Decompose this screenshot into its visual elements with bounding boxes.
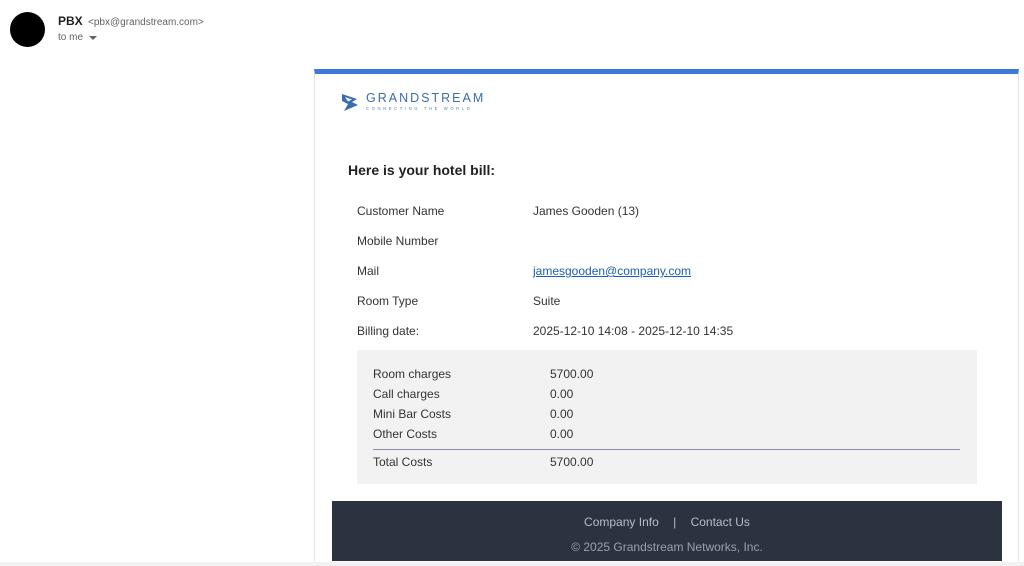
contact-us-link[interactable]: Contact Us <box>691 515 750 529</box>
mail-label: Mail <box>357 264 380 278</box>
bill-heading: Here is your hotel bill: <box>348 162 496 178</box>
caret-down-icon[interactable] <box>89 35 98 40</box>
total-costs-label: Total Costs <box>373 455 433 469</box>
footer-separator: | <box>673 515 677 529</box>
grandstream-logo: GRANDSTREAM CONNECTING THE WORLD <box>340 91 485 113</box>
logo-tagline: CONNECTING THE WORLD <box>366 106 473 111</box>
sender-line: PBX <pbx@grandstream.com> <box>58 14 204 28</box>
customer-name-row: Customer Name James Gooden (13) <box>357 204 957 220</box>
call-charges-label: Call charges <box>373 387 440 401</box>
total-costs-value: 5700.00 <box>550 455 594 469</box>
logo-brand: GRANDSTREAM <box>366 91 486 105</box>
other-costs-label: Other Costs <box>373 427 438 441</box>
minibar-costs-value: 0.00 <box>550 407 574 421</box>
costs-divider <box>373 449 960 450</box>
mail-row: Mail jamesgooden@company.com <box>357 264 957 280</box>
customer-name-value: James Gooden (13) <box>533 204 640 218</box>
room-type-row: Room Type Suite <box>357 294 957 310</box>
sender-email: <pbx@grandstream.com> <box>88 17 204 28</box>
room-charges-label: Room charges <box>373 367 452 381</box>
room-type-value: Suite <box>533 294 561 308</box>
sender-avatar[interactable] <box>10 12 45 47</box>
call-charges-value: 0.00 <box>550 387 574 401</box>
recipient-label: to me <box>58 32 84 43</box>
grandstream-logo-icon <box>342 94 358 111</box>
customer-name-label: Customer Name <box>357 204 445 218</box>
minibar-costs-row: Mini Bar Costs 0.00 <box>373 407 953 422</box>
call-charges-row: Call charges 0.00 <box>373 387 953 402</box>
room-charges-row: Room charges 5700.00 <box>373 367 953 382</box>
mail-link[interactable]: jamesgooden@company.com <box>533 264 691 278</box>
minibar-costs-label: Mini Bar Costs <box>373 407 452 421</box>
bottom-edge <box>0 562 1024 566</box>
costs-summary: Room charges 5700.00 Call charges 0.00 M… <box>357 350 977 484</box>
room-type-label: Room Type <box>357 294 419 308</box>
room-charges-value: 5700.00 <box>550 367 594 381</box>
company-info-link[interactable]: Company Info <box>584 515 659 529</box>
sender-name[interactable]: PBX <box>58 14 83 28</box>
email-footer: Company Info | Contact Us © 2025 Grandst… <box>332 501 1002 561</box>
other-costs-row: Other Costs 0.00 <box>373 427 953 442</box>
mobile-number-row: Mobile Number <box>357 234 957 250</box>
billing-date-label: Billing date: <box>357 324 420 338</box>
other-costs-value: 0.00 <box>550 427 574 441</box>
email-body: GRANDSTREAM CONNECTING THE WORLD Here is… <box>314 69 1019 561</box>
mobile-number-label: Mobile Number <box>357 234 439 248</box>
recipient-details-toggle[interactable]: to me <box>58 32 98 43</box>
footer-links: Company Info | Contact Us <box>332 515 1002 529</box>
footer-copyright: © 2025 Grandstream Networks, Inc. <box>571 540 763 554</box>
billing-date-row: Billing date: 2025-12-10 14:08 - 2025-12… <box>357 324 957 340</box>
total-costs-row: Total Costs 5700.00 <box>373 455 953 470</box>
billing-date-value: 2025-12-10 14:08 - 2025-12-10 14:35 <box>533 324 734 338</box>
logo-text: GRANDSTREAM CONNECTING THE WORLD <box>366 92 485 112</box>
